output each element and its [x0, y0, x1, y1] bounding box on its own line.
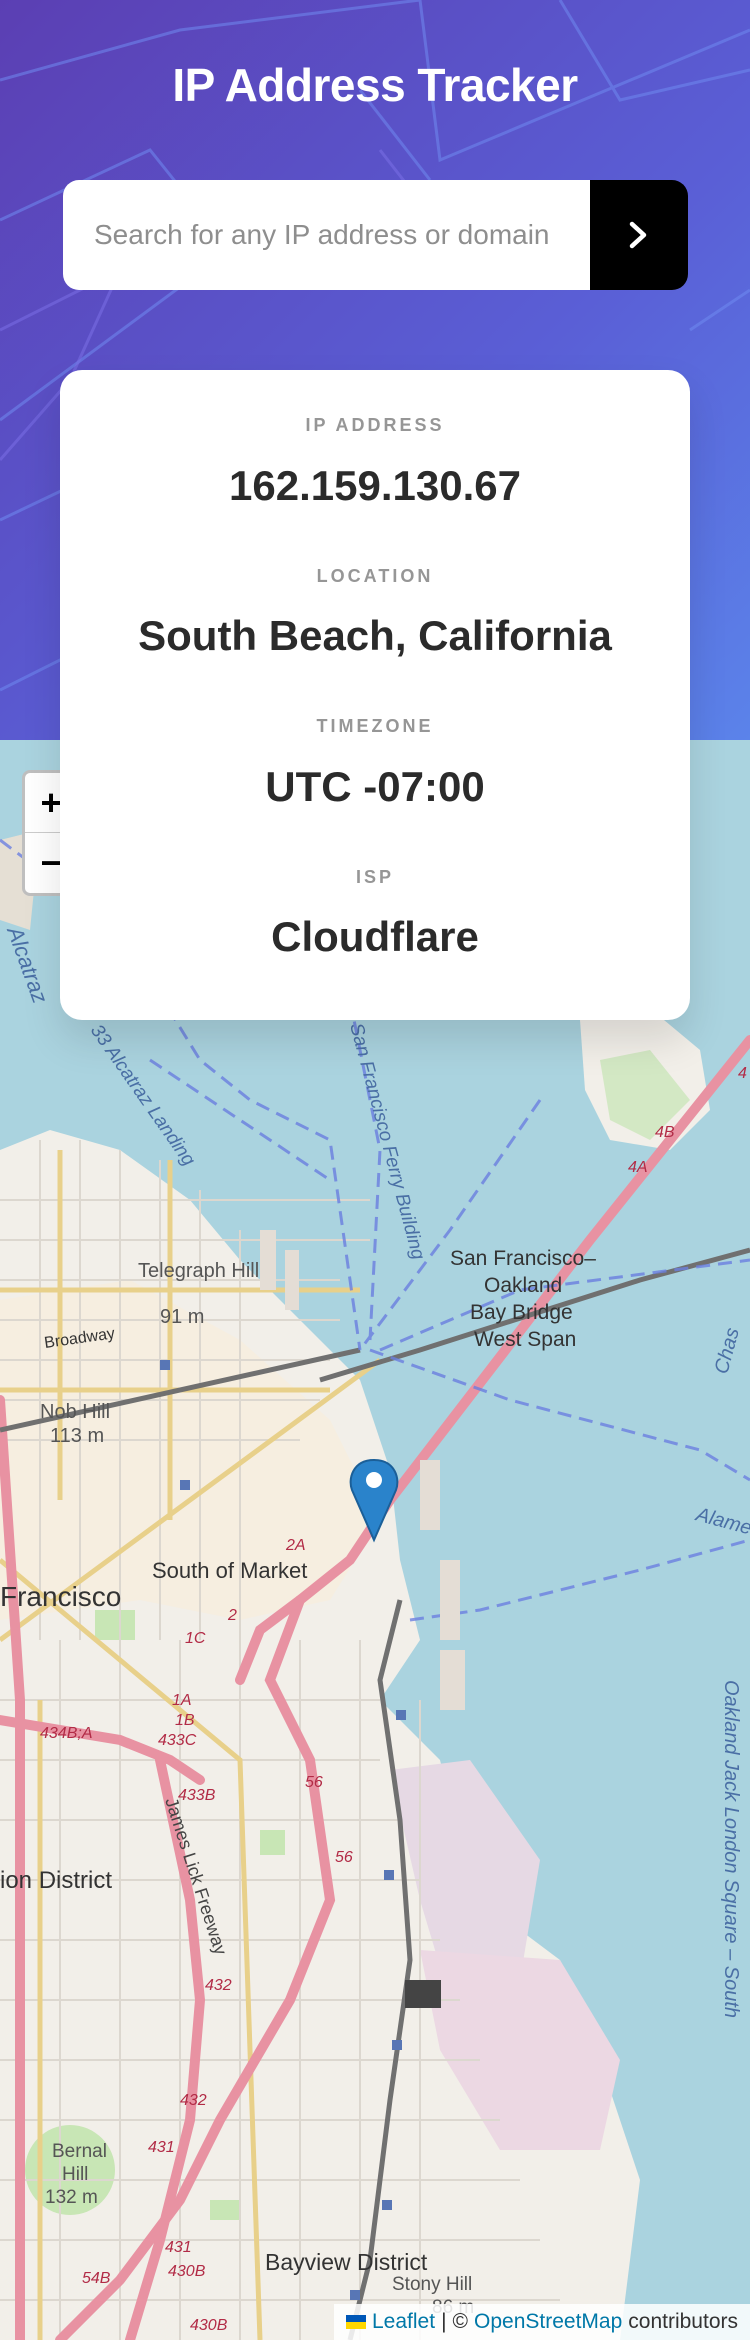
map-route-2a: 2A	[285, 1537, 306, 1554]
map-label-bay-bridge-3: Bay Bridge	[470, 1301, 573, 1324]
map-shield-icon	[405, 1980, 441, 2008]
map-route-4: 4	[738, 1065, 747, 1082]
timezone-value: UTC -07:00	[265, 763, 485, 810]
chevron-right-icon	[629, 221, 647, 249]
map-label-bayview: Bayview District	[265, 2249, 428, 2275]
map-route-434b: 434B;A	[40, 1725, 92, 1742]
ip-address-label: IP ADDRESS	[305, 415, 445, 435]
map-label-telegraph-elev: 91 m	[160, 1306, 204, 1328]
map-route-431b: 431	[165, 2239, 192, 2256]
map-route-56b: 56	[335, 1849, 353, 1866]
map-route-433c: 433C	[158, 1732, 197, 1749]
attribution-copyright: ©	[452, 2310, 469, 2333]
isp-label: ISP	[355, 867, 394, 887]
map-route-2: 2	[227, 1607, 237, 1624]
map-label-nob-elev: 113 m	[50, 1425, 104, 1447]
map-label-bay-bridge-2: Oakland	[484, 1274, 562, 1297]
map-route-54b: 54B	[82, 2270, 111, 2287]
map-route-432a: 432	[205, 1977, 232, 1994]
map-label-alcatraz: Alcatraz	[2, 921, 53, 1006]
map-route-431a: 431	[148, 2139, 175, 2156]
search-submit-button[interactable]	[590, 180, 688, 290]
osm-link[interactable]: OpenStreetMap	[474, 2310, 622, 2334]
map-label-bernal-3: 132 m	[45, 2187, 98, 2208]
isp-value: Cloudflare	[271, 913, 479, 960]
ip-info-card: IP ADDRESS 162.159.130.67 LOCATION South…	[60, 370, 690, 1020]
map-label-south-of-market: South of Market	[152, 1558, 307, 1583]
ukraine-flag-icon	[346, 2315, 366, 2329]
timezone-label: TIMEZONE	[316, 716, 434, 736]
map-label-stony-1: Stony Hill	[392, 2274, 472, 2295]
page-title: IP Address Tracker	[172, 59, 578, 111]
attribution-contributors: contributors	[628, 2310, 738, 2333]
ip-address-value: 162.159.130.67	[229, 462, 521, 509]
map-route-1a: 1A	[172, 1692, 192, 1709]
map-route-430b-2: 430B	[190, 2317, 228, 2334]
map-route-430b: 430B	[168, 2263, 206, 2280]
leaflet-link[interactable]: Leaflet	[372, 2310, 435, 2334]
map-label-telegraph: Telegraph Hill	[138, 1260, 259, 1282]
search-bar	[63, 180, 688, 290]
map-label-bernal-1: Bernal	[52, 2141, 107, 2162]
map-label-nob-hill: Nob Hill	[40, 1401, 110, 1423]
map-route-433b: 433B	[178, 1787, 216, 1804]
map-label-chase: Chas	[711, 1325, 744, 1376]
map-label-bay-bridge-1: San Francisco–	[450, 1247, 596, 1270]
attribution-separator: |	[441, 2310, 447, 2333]
map-label-alameda: Alame	[693, 1503, 750, 1539]
search-input[interactable]	[63, 180, 590, 290]
map-label-mission: ion District	[0, 1867, 112, 1894]
map-route-4a: 4A	[628, 1159, 648, 1176]
map-attribution: Leaflet | © OpenStreetMap contributors	[334, 2304, 750, 2340]
map-route-56a: 56	[305, 1774, 323, 1791]
map-label-oakland-jack: Oakland Jack London Square – South	[720, 1680, 742, 2018]
map-label-ferry: San Francisco Ferry Building	[345, 1021, 429, 1262]
map-label-bay-bridge-4: West Span	[474, 1328, 576, 1351]
map-route-432b: 432	[180, 2092, 207, 2109]
location-value: South Beach, California	[138, 612, 612, 659]
map-label-bernal-2: Hill	[62, 2164, 88, 2185]
map-route-1c: 1C	[185, 1630, 206, 1647]
map-route-4b: 4B	[655, 1124, 675, 1141]
map-label-francisco: Francisco	[0, 1581, 121, 1612]
map-route-1b: 1B	[175, 1712, 195, 1729]
location-label: LOCATION	[316, 566, 434, 586]
